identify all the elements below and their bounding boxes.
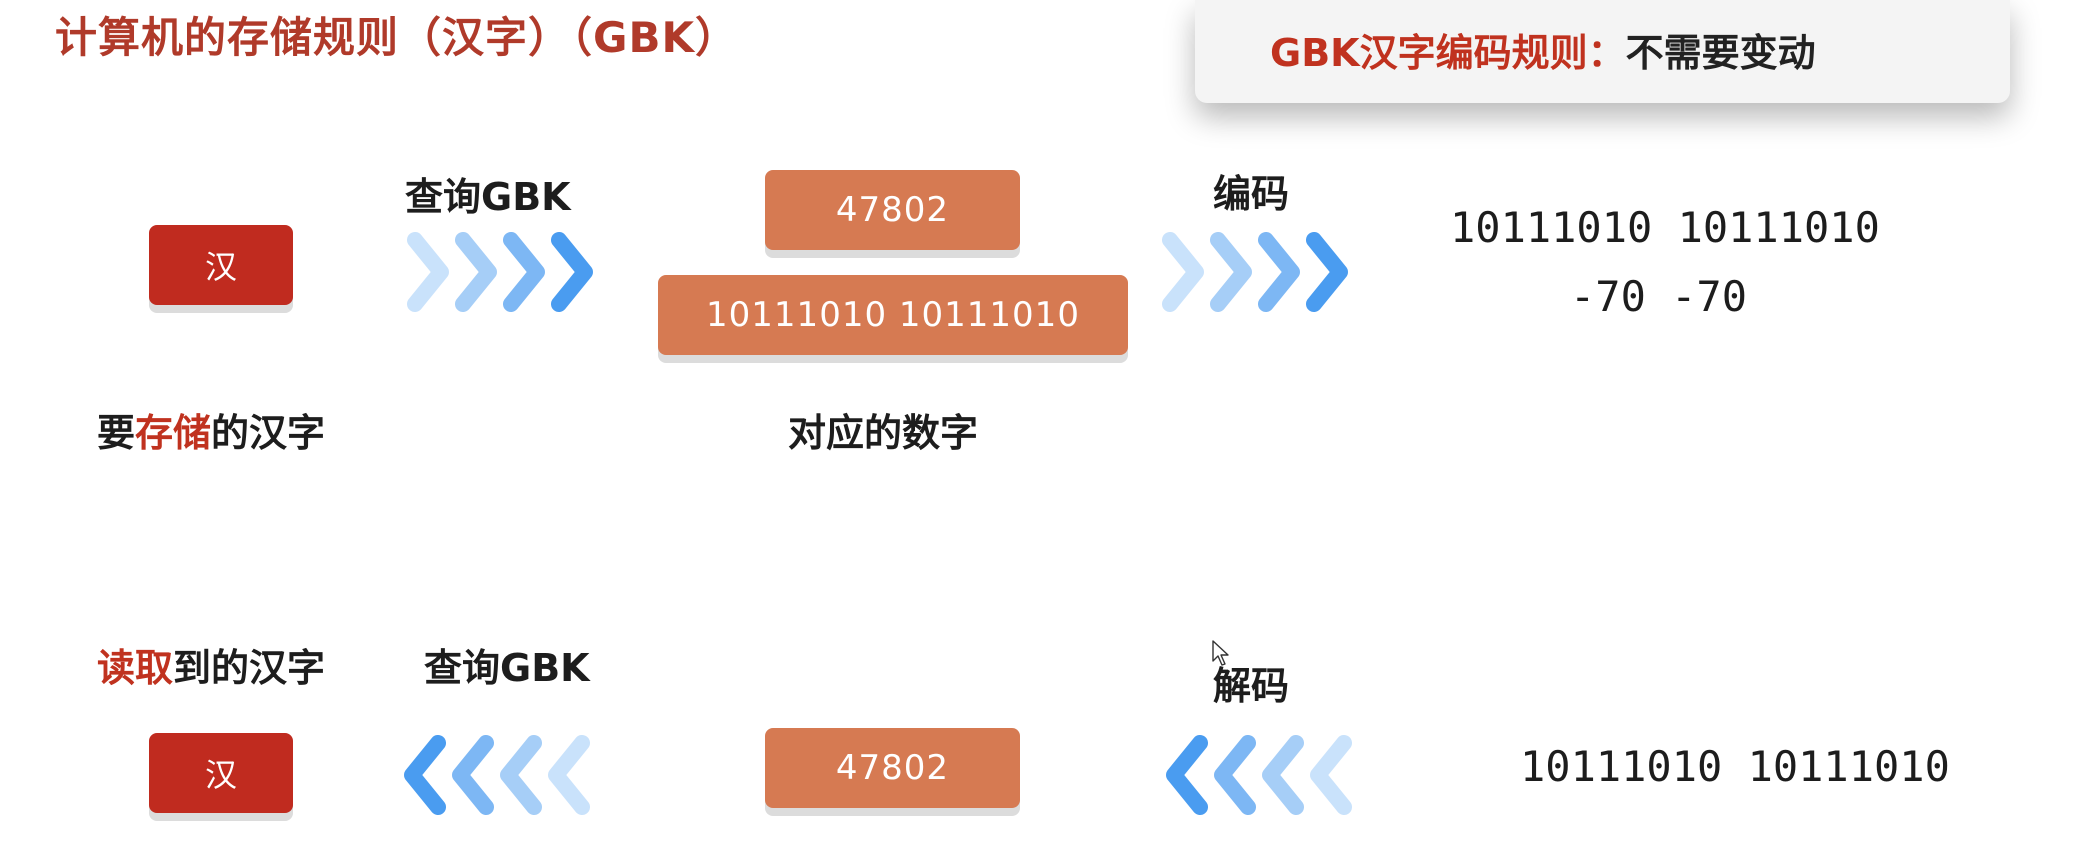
- caption-pre: 要: [97, 411, 136, 455]
- read-char-box: 汉: [149, 733, 293, 813]
- lookup-gbk-label-top: 查询GBK: [405, 175, 571, 219]
- chevron-left-icon: [1166, 735, 1352, 815]
- chevron-right-icon: [407, 232, 593, 312]
- signed-bytes: -70 -70: [1570, 272, 1748, 321]
- lookup-gbk-label-bottom: 查询GBK: [424, 646, 590, 690]
- mouse-cursor-icon: [1212, 640, 1229, 666]
- caption-read-post: 到的汉字: [173, 646, 326, 690]
- caption-corresponding-number: 对应的数字: [788, 411, 979, 455]
- caption-char-to-store: 要存储的汉字: [97, 402, 325, 457]
- rule-note-normal: 不需要变动: [1625, 31, 1816, 75]
- encode-label: 编码: [1213, 172, 1290, 216]
- caption-char-read: 读取到的汉字: [97, 637, 325, 692]
- decimal-code-box-bottom: 47802: [765, 728, 1020, 808]
- page-title: 计算机的存储规则（汉字）（GBK）: [55, 13, 739, 62]
- decimal-code-box-top: 47802: [765, 170, 1020, 250]
- chevron-right-icon: [1162, 232, 1348, 312]
- rule-note-strong: GBK汉字编码规则：: [1270, 31, 1626, 75]
- binary-code-box: 10111010 10111010: [658, 275, 1128, 355]
- bits-to-decode: 10111010 10111010: [1520, 742, 1950, 791]
- stored-char-box: 汉: [149, 225, 293, 305]
- caption-post: 的汉字: [211, 411, 326, 455]
- rule-note-box: GBK汉字编码规则：不需要变动: [1195, 0, 2010, 103]
- caption-highlight-read: 读取: [97, 646, 174, 690]
- encoded-bits: 10111010 10111010: [1450, 203, 1880, 252]
- rule-note: GBK汉字编码规则：不需要变动: [1270, 22, 1816, 77]
- caption-highlight-store: 存储: [135, 411, 212, 455]
- chevron-left-icon: [404, 735, 590, 815]
